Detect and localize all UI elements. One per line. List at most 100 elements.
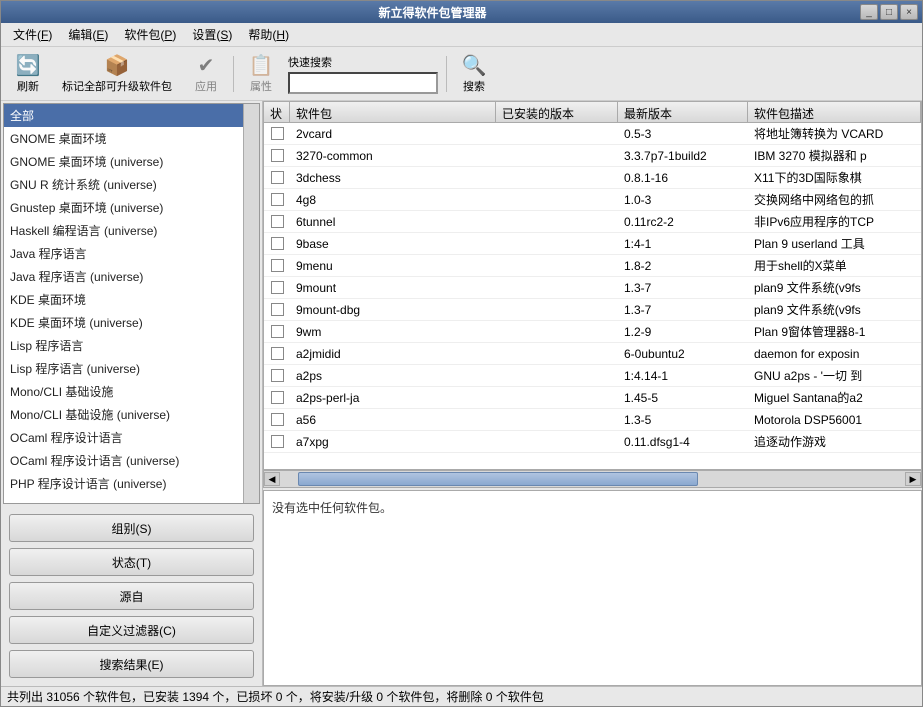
horizontal-scrollbar[interactable]: ◀ ▶ (263, 470, 922, 488)
category-item[interactable]: Java 程序语言 (4, 242, 243, 265)
category-item[interactable]: KDE 桌面环境 (4, 288, 243, 311)
menu-f[interactable]: 文件(F) (5, 24, 60, 45)
package-row[interactable]: a7xpg0.11.dfsg1-4追逐动作游戏 (264, 431, 921, 453)
custom-filters-button[interactable]: 自定义过滤器(C) (9, 616, 254, 644)
package-row[interactable]: 9menu1.8-2用于shell的X菜单 (264, 255, 921, 277)
checkbox-icon[interactable] (271, 325, 284, 338)
package-row[interactable]: a2ps1:4.14-1GNU a2ps - '一切 到 (264, 365, 921, 387)
category-item[interactable]: GNU R 统计系统 (universe) (4, 173, 243, 196)
pkg-latest: 0.5-3 (618, 127, 748, 141)
pkg-name: 9mount-dbg (290, 303, 496, 317)
category-item[interactable]: Mono/CLI 基础设施 (universe) (4, 403, 243, 426)
category-item[interactable]: KDE 桌面环境 (universe) (4, 311, 243, 334)
category-item[interactable]: Lisp 程序语言 (universe) (4, 357, 243, 380)
pkg-desc: plan9 文件系统(v9fs (748, 301, 921, 318)
status-text: 共列出 31056 个软件包，已安装 1394 个，已损坏 0 个，将安装/升级… (7, 688, 544, 705)
package-row[interactable]: 9base1:4-1Plan 9 userland 工具 (264, 233, 921, 255)
category-item[interactable]: Java 程序语言 (universe) (4, 265, 243, 288)
col-name[interactable]: 软件包 (290, 102, 496, 122)
package-row[interactable]: 9wm1.2-9Plan 9窗体管理器8-1 (264, 321, 921, 343)
sections-button[interactable]: 组别(S) (9, 514, 254, 542)
mark-all-upgrades-button[interactable]: 📦 标记全部可升级软件包 (55, 51, 179, 97)
pkg-name: 4g8 (290, 193, 496, 207)
checkbox-icon[interactable] (271, 215, 284, 228)
checkbox-icon[interactable] (271, 413, 284, 426)
minimize-button[interactable]: _ (860, 4, 878, 20)
pkg-name: 2vcard (290, 127, 496, 141)
category-item[interactable]: PHP 程序设计语言 (universe) (4, 472, 243, 495)
col-latest[interactable]: 最新版本 (618, 102, 748, 122)
package-row[interactable]: 9mount1.3-7plan9 文件系统(v9fs (264, 277, 921, 299)
package-icon: 📦 (105, 53, 129, 77)
pkg-latest: 1.0-3 (618, 193, 748, 207)
pkg-desc: daemon for exposin (748, 347, 921, 361)
scroll-right-icon[interactable]: ▶ (905, 472, 921, 486)
close-button[interactable]: × (900, 4, 918, 20)
origin-button[interactable]: 源自 (9, 582, 254, 610)
checkbox-icon[interactable] (271, 347, 284, 360)
category-item[interactable]: Lisp 程序语言 (4, 334, 243, 357)
package-row[interactable]: 6tunnel0.11rc2-2非IPv6应用程序的TCP (264, 211, 921, 233)
scroll-left-icon[interactable]: ◀ (264, 472, 280, 486)
package-list[interactable]: 2vcard 0.5-3将地址簿转换为 VCARD 3270-common3.3.7… (263, 123, 922, 470)
package-row[interactable]: 3270-common3.3.7p7-1build2IBM 3270 模拟器和 … (264, 145, 921, 167)
search-button[interactable]: 🔍 搜索 (455, 51, 493, 97)
category-item[interactable]: Gnustep 桌面环境 (universe) (4, 196, 243, 219)
checkbox-icon[interactable] (271, 171, 284, 184)
menu-h[interactable]: 帮助(H) (240, 24, 297, 45)
checkbox-icon[interactable] (271, 237, 284, 250)
menu-s[interactable]: 设置(S) (184, 24, 240, 45)
quick-search-input[interactable] (288, 72, 438, 94)
checkbox-icon[interactable] (271, 435, 284, 448)
package-table-header: 状 软件包 已安装的版本 最新版本 软件包描述 (263, 101, 922, 123)
package-row[interactable]: a2ps-perl-ja1.45-5Miguel Santana的a2 (264, 387, 921, 409)
category-list[interactable]: 全部GNOME 桌面环境GNOME 桌面环境 (universe)GNU R 统… (4, 104, 243, 503)
col-description[interactable]: 软件包描述 (748, 102, 921, 122)
category-item[interactable]: GNOME 桌面环境 (universe) (4, 150, 243, 173)
pkg-latest: 0.8.1-16 (618, 171, 748, 185)
pkg-name: a2jmidid (290, 347, 496, 361)
menu-e[interactable]: 编辑(E) (60, 24, 116, 45)
reload-button[interactable]: 🔄 刷新 (9, 51, 47, 97)
category-item[interactable]: OCaml 程序设计语言 (4, 426, 243, 449)
scrollbar[interactable] (243, 104, 259, 503)
status-button[interactable]: 状态(T) (9, 548, 254, 576)
package-row[interactable]: 3dchess0.8.1-16X11下的3D国际象棋 (264, 167, 921, 189)
search-results-button[interactable]: 搜索结果(E) (9, 650, 254, 678)
pkg-name: 6tunnel (290, 215, 496, 229)
category-item[interactable]: Mono/CLI 基础设施 (4, 380, 243, 403)
category-item[interactable]: OCaml 程序设计语言 (universe) (4, 449, 243, 472)
checkbox-icon[interactable] (271, 193, 284, 206)
pkg-desc: X11下的3D国际象棋 (748, 169, 921, 186)
search-label: 搜索 (463, 78, 485, 94)
checkbox-icon[interactable] (271, 259, 284, 272)
col-installed[interactable]: 已安装的版本 (496, 102, 618, 122)
package-row[interactable]: a2jmidid6-0ubuntu2daemon for exposin (264, 343, 921, 365)
checkbox-icon[interactable] (271, 391, 284, 404)
checkbox-icon[interactable] (271, 127, 284, 140)
checkbox-icon[interactable] (271, 281, 284, 294)
scroll-thumb[interactable] (298, 472, 698, 486)
toolbar: 🔄 刷新 📦 标记全部可升级软件包 ✔ 应用 📋 属性 快速搜索 🔍 搜索 (1, 47, 922, 101)
checkbox-icon[interactable] (271, 303, 284, 316)
pkg-name: a7xpg (290, 435, 496, 449)
package-row[interactable]: 9mount-dbg1.3-7plan9 文件系统(v9fs (264, 299, 921, 321)
pkg-latest: 1.8-2 (618, 259, 748, 273)
reload-icon: 🔄 (16, 53, 40, 77)
menu-p[interactable]: 软件包(P) (116, 24, 184, 45)
package-row[interactable]: 4g81.0-3交换网络中网络包的抓 (264, 189, 921, 211)
checkbox-icon[interactable] (271, 369, 284, 382)
pkg-latest: 3.3.7p7-1build2 (618, 149, 748, 163)
package-row[interactable]: a561.3-5Motorola DSP56001 (264, 409, 921, 431)
package-row[interactable]: 2vcard 0.5-3将地址簿转换为 VCARD (264, 123, 921, 145)
col-status[interactable]: 状 (264, 102, 290, 122)
pkg-desc: 将地址簿转换为 VCARD (748, 125, 921, 142)
checkbox-icon[interactable] (271, 149, 284, 162)
pkg-latest: 1.2-9 (618, 325, 748, 339)
category-item[interactable]: GNOME 桌面环境 (4, 127, 243, 150)
pkg-desc: Plan 9 userland 工具 (748, 235, 921, 252)
category-item[interactable]: Haskell 编程语言 (universe) (4, 219, 243, 242)
apply-label: 应用 (195, 78, 217, 94)
maximize-button[interactable]: □ (880, 4, 898, 20)
category-item[interactable]: 全部 (4, 104, 243, 127)
